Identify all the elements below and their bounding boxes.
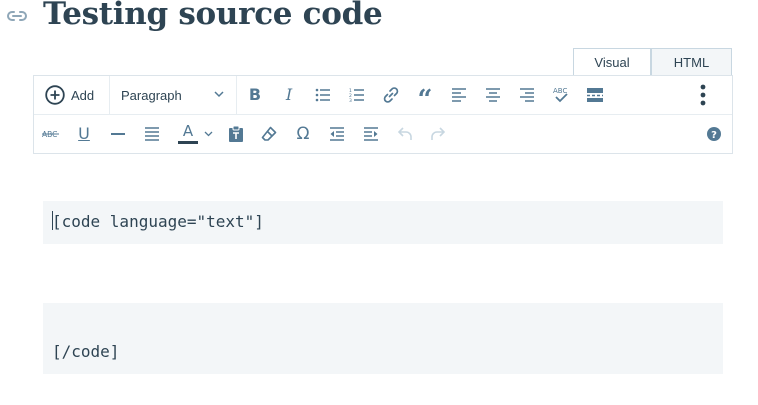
- toolbar-row-primary: Add Paragraph B I 1 2 3 “ ABC: [34, 76, 732, 115]
- bold-button[interactable]: B: [242, 82, 268, 108]
- content-paragraph-code-open[interactable]: [code language="text"]: [43, 201, 723, 244]
- align-left-button[interactable]: [446, 82, 472, 108]
- justify-icon: [145, 127, 159, 141]
- omega-icon: Ω: [296, 123, 310, 144]
- divider: [236, 76, 237, 114]
- decrease-indent-button[interactable]: [324, 121, 350, 147]
- more-vertical-icon: [700, 84, 706, 106]
- help-icon: ?: [707, 127, 721, 141]
- paste-text-icon: [229, 125, 243, 142]
- tab-visual[interactable]: Visual: [573, 48, 651, 76]
- paragraph-text: [code language="text"]: [52, 212, 264, 231]
- numbered-list-button[interactable]: 1 2 3: [344, 82, 370, 108]
- increase-indent-button[interactable]: [358, 121, 384, 147]
- text-color-swatch: [178, 141, 198, 144]
- align-center-icon: [486, 88, 500, 102]
- strikethrough-icon: ABC: [42, 130, 59, 139]
- spellcheck-icon: ABC: [553, 87, 568, 103]
- post-title[interactable]: Testing source code: [43, 0, 383, 32]
- read-more-button[interactable]: [582, 82, 608, 108]
- align-right-icon: [520, 88, 534, 102]
- underline-icon: U: [78, 124, 90, 143]
- paragraph-text: [/code]: [52, 342, 120, 361]
- spellcheck-button[interactable]: ABC: [548, 82, 574, 108]
- svg-text:ABC: ABC: [553, 87, 567, 95]
- redo-button[interactable]: [425, 121, 451, 147]
- underline-button[interactable]: U: [71, 121, 97, 147]
- read-more-icon: [587, 88, 603, 102]
- text-color-icon: A: [177, 122, 199, 146]
- outdent-icon: [330, 127, 344, 141]
- align-left-icon: [452, 88, 466, 102]
- chevron-down-icon: [204, 131, 213, 137]
- editor-mode-tabs: Visual HTML: [573, 48, 732, 76]
- undo-button[interactable]: [392, 121, 418, 147]
- toolbar-row-secondary: ABC U A Ω ?: [34, 115, 732, 153]
- paste-as-text-button[interactable]: [223, 121, 249, 147]
- svg-text:?: ?: [711, 130, 717, 141]
- bulleted-list-button[interactable]: [310, 82, 336, 108]
- redo-icon: [431, 127, 446, 140]
- bold-icon: B: [248, 85, 262, 104]
- numbered-list-icon: 1 2 3: [349, 88, 364, 102]
- help-button[interactable]: ?: [701, 121, 727, 147]
- link-button[interactable]: [378, 82, 404, 108]
- tab-html[interactable]: HTML: [651, 48, 732, 75]
- plus-circle-icon: [45, 85, 65, 105]
- undo-icon: [397, 127, 412, 140]
- editor-toolbar: Add Paragraph B I 1 2 3 “ ABC ABC U A Ω …: [33, 75, 733, 154]
- format-select-value: Paragraph: [121, 87, 182, 103]
- horizontal-line-button[interactable]: [105, 121, 131, 147]
- quote-icon: “: [417, 85, 433, 115]
- italic-icon: I: [285, 85, 293, 104]
- strikethrough-button[interactable]: ABC: [38, 121, 64, 147]
- add-label: Add: [71, 87, 95, 103]
- bulleted-list-icon: [315, 88, 330, 102]
- add-block-button[interactable]: Add: [34, 76, 109, 114]
- horizontal-line-icon: [111, 133, 125, 135]
- align-right-button[interactable]: [514, 82, 540, 108]
- text-color-button[interactable]: A: [173, 121, 217, 147]
- link-icon[interactable]: [6, 6, 30, 26]
- special-character-button[interactable]: Ω: [290, 121, 316, 147]
- more-options-button[interactable]: [690, 82, 716, 108]
- eraser-icon: [261, 126, 277, 141]
- chevron-down-icon: [214, 91, 224, 98]
- blockquote-button[interactable]: “: [412, 82, 438, 113]
- indent-icon: [364, 127, 378, 141]
- format-select[interactable]: Paragraph: [110, 76, 236, 114]
- content-paragraph-code-close[interactable]: [/code]: [43, 303, 723, 374]
- svg-text:3: 3: [349, 98, 352, 102]
- italic-button[interactable]: I: [276, 82, 302, 108]
- justify-button[interactable]: [139, 121, 165, 147]
- link-icon: [383, 87, 399, 103]
- align-center-button[interactable]: [480, 82, 506, 108]
- clear-formatting-button[interactable]: [256, 121, 282, 147]
